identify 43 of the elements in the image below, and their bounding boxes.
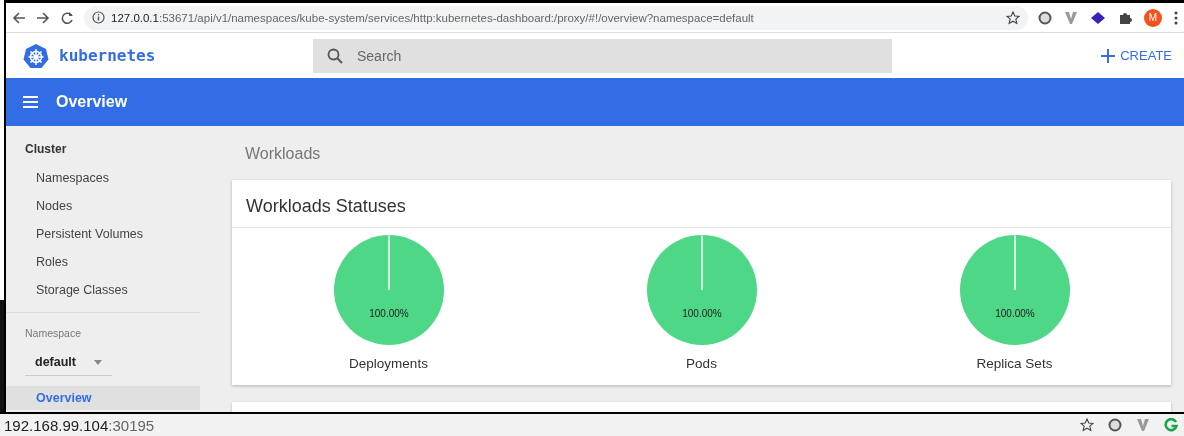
- sidebar-section-title: Cluster: [24, 142, 68, 158]
- sidebar-item[interactable]: Nodes: [6, 192, 200, 220]
- star-icon[interactable]: [1080, 418, 1094, 432]
- create-button[interactable]: CREATE: [1093, 38, 1184, 73]
- more-icon[interactable]: [1174, 10, 1178, 25]
- reload-icon[interactable]: [60, 10, 74, 25]
- sidebar-item[interactable]: Namespaces: [6, 164, 200, 192]
- circle-extension-icon[interactable]: [1108, 418, 1122, 432]
- caret-icon: [94, 359, 102, 365]
- card-title: Workloads Statuses: [232, 180, 1171, 229]
- puzzle-icon[interactable]: [1118, 10, 1132, 25]
- search-icon: [327, 47, 343, 64]
- diamond-extension-icon[interactable]: [1090, 10, 1106, 25]
- forward-icon[interactable]: [36, 10, 50, 25]
- star-icon[interactable]: [1006, 10, 1020, 25]
- namespace-label: Namespace: [24, 326, 83, 339]
- chart-title: Replica Sets: [976, 356, 1053, 372]
- value-label: 100.00%: [368, 308, 409, 320]
- sidebar-item[interactable]: Roles: [6, 248, 200, 276]
- status-url: 192.168.99.104:30195: [4, 416, 156, 434]
- search-field[interactable]: Search: [313, 38, 892, 73]
- chart-title: Deployments: [349, 356, 428, 372]
- namespace-dropdown[interactable]: default: [25, 349, 112, 376]
- address-bar[interactable]: 127.0.0.1:53671/api/v1/namespaces/kube-system/services/http:kubernetes-dashboard:/proxy/#!/overview?namespace=default: [84, 5, 1028, 30]
- plus-icon: [1101, 48, 1116, 63]
- menu-icon[interactable]: [23, 96, 38, 108]
- sidebar-item[interactable]: Overview: [6, 386, 200, 410]
- value-label: 100.00%: [681, 308, 722, 320]
- value-label: 100.00%: [994, 308, 1035, 320]
- circle-extension-icon[interactable]: [1038, 10, 1052, 25]
- g-extension-icon[interactable]: [1164, 418, 1178, 432]
- v-extension-icon[interactable]: [1136, 418, 1150, 432]
- v-extension-icon[interactable]: [1064, 10, 1078, 25]
- info-icon[interactable]: [92, 11, 105, 24]
- helm-wheel-logo-icon[interactable]: [23, 42, 49, 69]
- section-title: Workloads: [244, 145, 322, 164]
- sidebar-item[interactable]: Storage Classes: [6, 276, 200, 304]
- url-text: 127.0.0.1:53671/api/v1/namespaces/kube-system/services/http:kubernetes-dashboard:/proxy/#!/overview?namespace=default: [111, 11, 755, 24]
- chart-title: Pods: [686, 356, 717, 372]
- page-title: Overview: [56, 93, 128, 111]
- sidebar-item[interactable]: Persistent Volumes: [6, 220, 200, 248]
- logo-text[interactable]: kubernetes: [59, 46, 156, 65]
- back-icon[interactable]: [12, 10, 26, 25]
